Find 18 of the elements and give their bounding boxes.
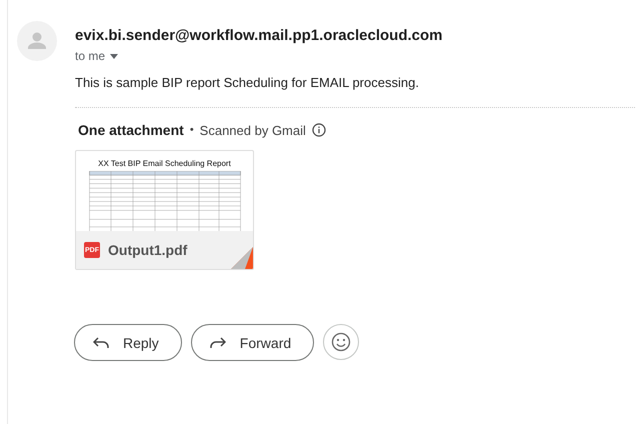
smiley-icon [331, 332, 352, 352]
preview-title: XX Test BIP Email Scheduling Report [98, 159, 231, 169]
forward-icon [210, 336, 226, 348]
folded-corner-icon [231, 247, 253, 269]
file-name: Output1.pdf [108, 242, 188, 258]
avatar-icon [17, 21, 57, 61]
forward-button[interactable]: Forward [190, 324, 314, 361]
sender-address: evix.bi.sender@workflow.mail.pp1.oraclecloud.com [75, 27, 443, 44]
emoji-button[interactable] [323, 324, 360, 360]
caret-icon [110, 54, 118, 58]
reply-button[interactable]: Reply [74, 324, 182, 361]
message-body: This is sample BIP report Scheduling for EMAIL processing. [75, 75, 419, 90]
recipient-dropdown[interactable]: to me [75, 49, 118, 63]
attachments-title: One attachment [78, 122, 184, 138]
info-icon[interactable] [312, 123, 326, 137]
scan-note: Scanned by Gmail [200, 122, 306, 138]
separator-dot: • [190, 124, 194, 136]
reply-icon [93, 336, 109, 348]
